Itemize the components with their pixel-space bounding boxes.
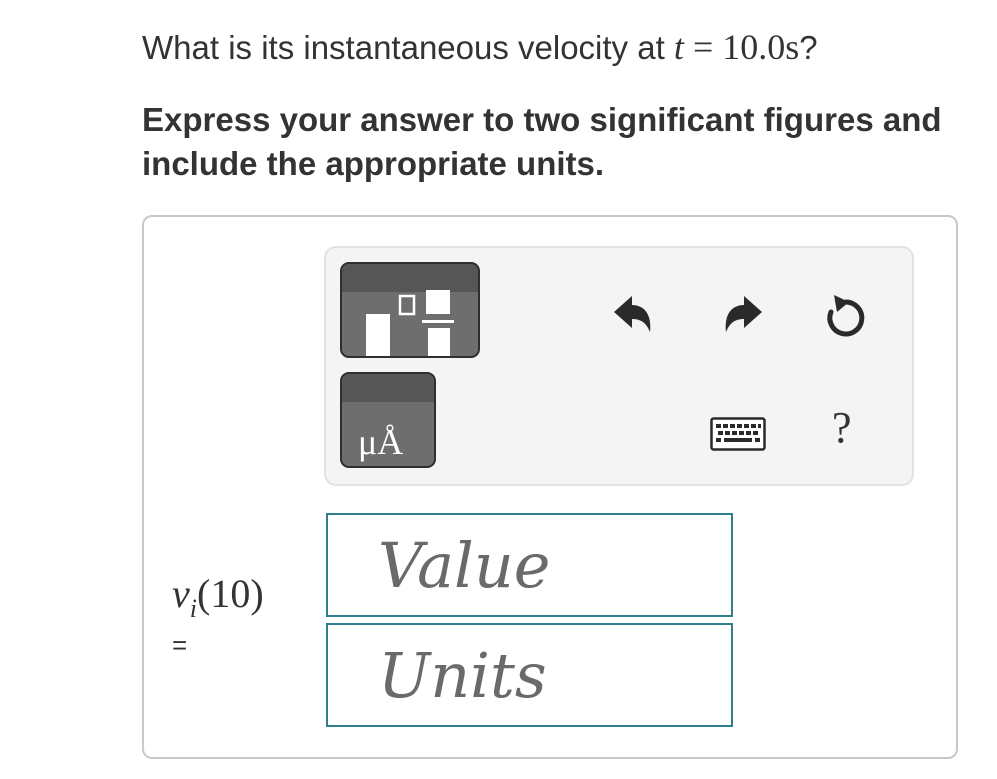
units-input[interactable]: Units [326, 623, 733, 727]
redo-icon[interactable] [720, 292, 766, 340]
time-value: 10.0s [722, 27, 800, 67]
question-suffix: ? [799, 29, 818, 66]
undo-icon[interactable] [610, 292, 656, 340]
equals-sign: = [683, 27, 723, 67]
question-math: t = 10.0s [674, 27, 799, 67]
variable-subscript: i [189, 594, 197, 623]
value-input[interactable]: Value [326, 513, 733, 617]
keyboard-icon[interactable] [710, 417, 766, 451]
answer-equals-sign: = [172, 630, 188, 660]
units-placeholder: Units [378, 639, 547, 712]
variable-argument: (10) [197, 571, 264, 616]
time-variable: t [673, 27, 684, 67]
question-prefix: What is its instantaneous velocity at [142, 29, 674, 66]
answer-variable-label: vi(10) [172, 570, 264, 624]
help-icon[interactable]: ? [832, 402, 852, 453]
instruction-text: Express your answer to two significant f… [142, 101, 942, 182]
value-placeholder: Value [378, 529, 551, 602]
units-template-icon: μÅ [358, 422, 404, 462]
button-top-band [342, 374, 434, 402]
fraction-template-icon [366, 290, 454, 356]
reset-icon[interactable] [820, 292, 872, 344]
question-text: What is its instantaneous velocity at t … [142, 26, 818, 68]
variable-symbol: v [172, 571, 190, 616]
units-template-button[interactable]: μÅ [340, 372, 436, 468]
fraction-template-button[interactable] [340, 262, 480, 358]
